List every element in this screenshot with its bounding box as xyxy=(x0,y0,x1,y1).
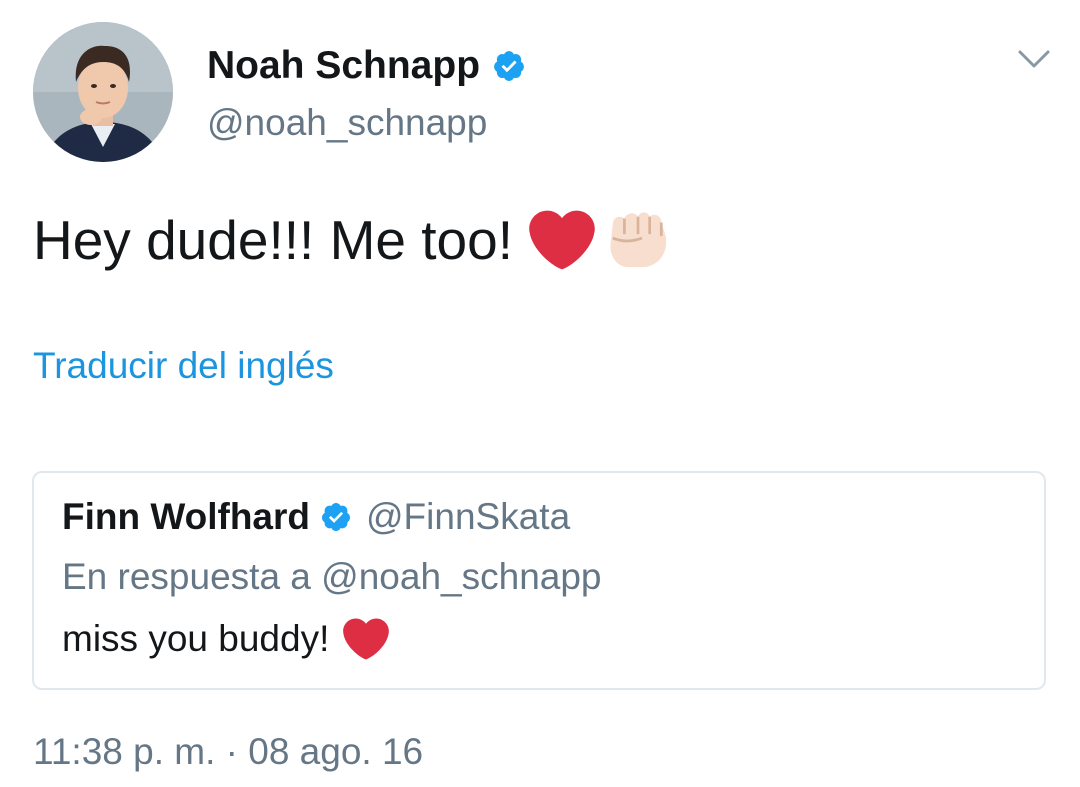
quoted-tweet-text: miss you buddy! xyxy=(62,615,390,663)
quoted-tweet-header: Finn Wolfhard @FinnSkata xyxy=(62,493,570,541)
tweet-text-content: Hey dude!!! Me too! xyxy=(33,209,513,271)
translate-link[interactable]: Traducir del inglés xyxy=(33,342,334,390)
quoted-reply-context: En respuesta a @noah_schnapp xyxy=(62,556,602,597)
avatar[interactable] xyxy=(33,22,173,162)
quoted-tweet-card[interactable]: Finn Wolfhard @FinnSkata En respuesta a … xyxy=(32,471,1046,690)
quoted-author-name[interactable]: Finn Wolfhard xyxy=(62,493,310,541)
chevron-down-icon[interactable] xyxy=(1016,46,1052,72)
author-name-row[interactable]: Noah Schnapp xyxy=(207,42,526,90)
fist-emoji-icon xyxy=(610,212,667,268)
tweet-timestamp[interactable]: 11:38 p. m. · 08 ago. 16 xyxy=(33,728,423,776)
quoted-author-handle[interactable]: @FinnSkata xyxy=(366,493,570,541)
heart-emoji-icon xyxy=(529,210,595,270)
verified-badge-icon xyxy=(494,51,524,81)
avatar-photo-icon xyxy=(33,22,173,162)
quoted-tweet-text-content: miss you buddy! xyxy=(62,618,330,659)
verified-badge-icon xyxy=(321,503,350,531)
author-display-name[interactable]: Noah Schnapp xyxy=(207,42,480,90)
author-handle[interactable]: @noah_schnapp xyxy=(207,100,487,146)
tweet-text: Hey dude!!! Me too! xyxy=(33,205,673,275)
heart-emoji-icon xyxy=(343,618,390,660)
